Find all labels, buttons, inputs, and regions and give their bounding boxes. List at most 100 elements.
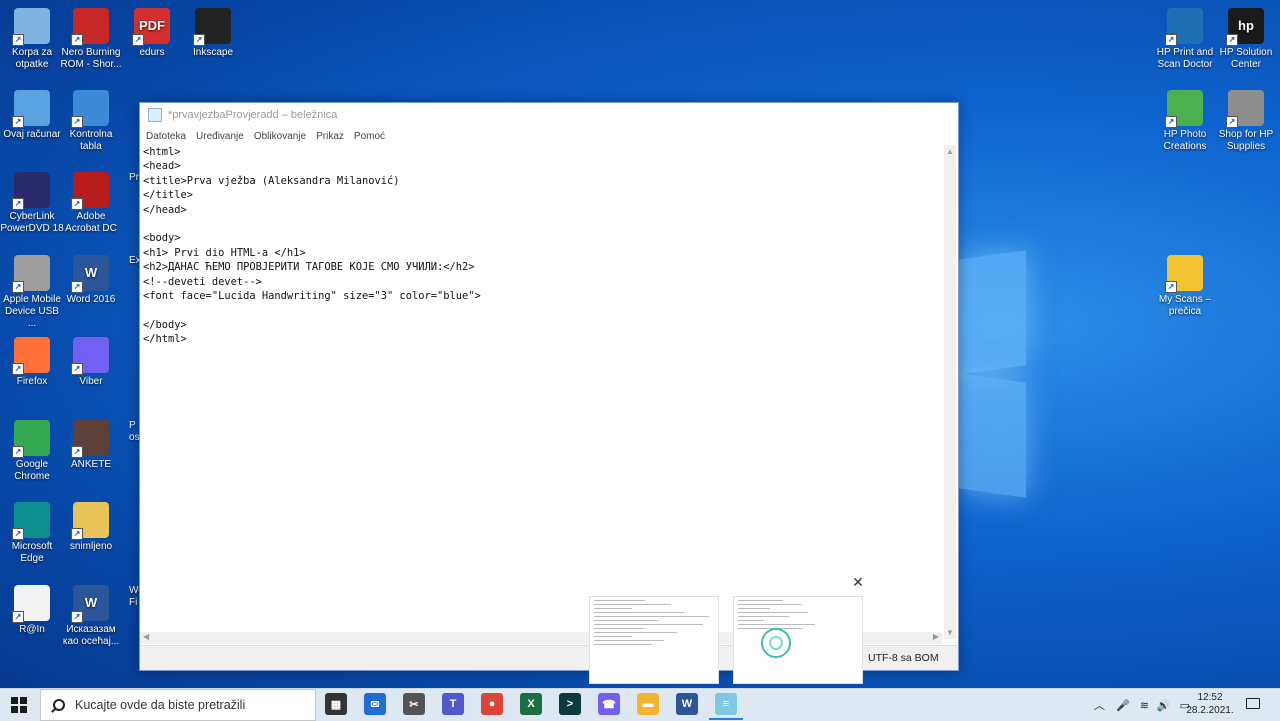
editor-line: <h2>ДАНАС ЋЕМО ПРОВЈЕРИТИ ТАГОВЕ КОЈЕ СМ… [143, 261, 475, 274]
menu-view[interactable]: Prikaz [316, 131, 344, 142]
chrome-icon[interactable]: ● [481, 693, 503, 715]
search-placeholder: Kucajte ovde da biste pretražili [75, 698, 246, 712]
start-button[interactable] [0, 689, 38, 721]
file-explorer-icon[interactable]: ▬ [637, 693, 659, 715]
editor-line: <html> [143, 146, 181, 158]
shortcut-arrow-icon: ↗ [1226, 34, 1238, 46]
desktop-icon-right-3[interactable]: ↗ Shop for HP Supplies [1214, 90, 1278, 153]
window-thumbnail-2[interactable] [733, 596, 863, 684]
acrobat-icon: ↗ [71, 172, 109, 210]
desktop-icon-partial-3[interactable]: osn [129, 432, 139, 444]
notifications-icon[interactable] [1246, 698, 1260, 709]
desktop-icon-left-11[interactable]: ↗ Viber [59, 337, 123, 388]
snip-icon[interactable]: ✂ [403, 693, 425, 715]
loading-spinner-icon [761, 628, 791, 658]
desktop-icon-label: Viber [79, 376, 103, 387]
vertical-scrollbar[interactable]: ▲ ▼ [944, 145, 956, 639]
desktop-icon-partial-0[interactable]: Ex [129, 255, 139, 267]
desktop-icon-left-13[interactable]: ↗ ANKETE [59, 420, 123, 471]
store-icon[interactable]: ▦ [325, 693, 347, 715]
system-tray: ︿ 🎤 ≋ 🔊 ▭ [1094, 689, 1190, 721]
desktop-icon-right-1[interactable]: hp ↗ HP Solution Center [1214, 8, 1278, 71]
shortcut-arrow-icon: ↗ [71, 528, 83, 540]
scroll-left-icon[interactable]: ◀ [143, 632, 149, 641]
desktop-icon-left-10[interactable]: ↗ Firefox [0, 337, 64, 388]
desktop-icon-partial-5[interactable]: Fi [129, 597, 139, 609]
shortcut-arrow-icon: ↗ [12, 116, 24, 128]
text-editor-area[interactable]: <html> <head> <title>Prva vježba (Aleksand… [143, 145, 943, 639]
desktop-icon-left-16[interactable]: ↗ R@In [0, 585, 64, 636]
window-thumbnail-1[interactable] [589, 596, 719, 684]
desktop-icon-left-8[interactable]: ↗ Apple Mobile Device USB ... [0, 255, 64, 330]
menu-edit[interactable]: Uređivanje [196, 131, 244, 142]
desktop-icon-partial-1[interactable]: Pro [129, 172, 139, 184]
terminal-icon[interactable]: > [559, 693, 581, 715]
desktop-icon-left-2[interactable]: PDF ↗ edurs [120, 8, 184, 59]
inkscape-icon: ↗ [193, 8, 231, 46]
scroll-down-icon[interactable]: ▼ [946, 628, 954, 637]
excel-partial-icon: Ex [129, 255, 139, 266]
menu-format[interactable]: Oblikovanje [254, 131, 306, 142]
notepad-icon[interactable]: ≡ [709, 693, 743, 720]
word-partial-icon-2: Wo [129, 585, 139, 596]
scroll-right-icon[interactable]: ▶ [933, 632, 939, 641]
notepad-titlebar[interactable]: *prvavjezbaProvjeradd – beležnica [140, 103, 958, 127]
desktop-icon-left-12[interactable]: ↗ Google Chrome [0, 420, 64, 483]
volume-icon[interactable]: 🔊 [1157, 699, 1171, 712]
word-doc-icon: W ↗ [71, 585, 109, 623]
desktop-icon-right-0[interactable]: ↗ HP Print and Scan Doctor [1153, 8, 1217, 71]
desktop-icon-label: CyberLink PowerDVD 18 [0, 211, 64, 234]
desktop-icon-right-4[interactable]: ↗ My Scans – prečica [1153, 255, 1217, 318]
shortcut-arrow-icon: ↗ [12, 363, 24, 375]
desktop-icon-right-2[interactable]: ↗ HP Photo Creations [1153, 90, 1217, 153]
desktop-icon-label: Firefox [16, 376, 48, 387]
preview-close-icon[interactable]: ✕ [851, 575, 865, 589]
taskbar-search-box[interactable]: Kucajte ovde da biste pretražili [40, 689, 316, 721]
menu-help[interactable]: Pomoć [354, 131, 385, 142]
show-hidden-icons-icon[interactable]: ︿ [1094, 697, 1105, 713]
desktop-icon-left-6[interactable]: ↗ CyberLink PowerDVD 18 [0, 172, 64, 235]
desktop-icon-label: Apple Mobile Device USB ... [3, 294, 61, 329]
shortcut-arrow-icon: ↗ [71, 198, 83, 210]
desktop-icon-label: HP Photo Creations [1163, 129, 1207, 152]
editor-line: <body> [143, 232, 181, 245]
desktop-icon-left-14[interactable]: ↗ Microsoft Edge [0, 502, 64, 565]
desktop-icon-label: Word 2016 [66, 294, 116, 305]
desktop-icon-left-7[interactable]: ↗ Adobe Acrobat DC [59, 172, 123, 235]
network-icon[interactable]: ≋ [1140, 699, 1149, 712]
word-icon[interactable]: W [676, 693, 698, 715]
desktop-icon-left-15[interactable]: ↗ snimljeno [59, 502, 123, 553]
menu-file[interactable]: Datoteka [146, 131, 186, 142]
desktop-icon-left-4[interactable]: ↗ Ovaj računar [0, 90, 64, 141]
desktop-icon-left-5[interactable]: ↗ Kontrolna tabla [59, 90, 123, 153]
shortcut-arrow-icon: ↗ [1226, 116, 1238, 128]
teams-icon[interactable]: T [442, 693, 464, 715]
desktop-icon-left-3[interactable]: ↗ Inkscape [181, 8, 245, 59]
computer-icon: ↗ [12, 90, 50, 128]
desktop-icon-partial-4[interactable]: Wo [129, 585, 139, 597]
desktop-icon-label: Ovaj računar [3, 129, 61, 140]
clock[interactable]: 12:52 28.2.2021. [1180, 691, 1240, 717]
microphone-icon[interactable]: 🎤 [1116, 699, 1130, 712]
viber-icon[interactable]: ☎ [598, 693, 620, 715]
hp-scan-doctor-icon: ↗ [1165, 8, 1203, 46]
desktop-icon-left-1[interactable]: ↗ Nero Burning ROM - Shor... [59, 8, 123, 71]
desktop-icon-left-9[interactable]: W ↗ Word 2016 [59, 255, 123, 306]
desktop-icon-label: Nero Burning ROM - Shor... [60, 47, 122, 70]
folder-icon: ↗ [1165, 255, 1203, 293]
scroll-up-icon[interactable]: ▲ [946, 147, 954, 156]
file-partial-icon: Fi [129, 597, 138, 608]
word-partial-icon: P [129, 420, 136, 431]
desktop-icon-left-17[interactable]: W ↗ Исказазам као осећај... [59, 585, 123, 648]
shortcut-arrow-icon: ↗ [12, 611, 24, 623]
mail-icon[interactable]: ✉ [364, 693, 386, 715]
desktop-icon-partial-2[interactable]: P [129, 420, 139, 432]
editor-line: <font face="Lucida Handwriting" size="3"… [143, 290, 481, 303]
desktop-icon-label: Inkscape [192, 47, 234, 58]
notepad-window[interactable]: *prvavjezbaProvjeradd – beležnica Datote… [139, 102, 959, 671]
desktop-icon-left-0[interactable]: ↗ Korpa za otpatke [0, 8, 64, 71]
edge-icon: ↗ [12, 502, 50, 540]
excel-icon[interactable]: X [520, 693, 542, 715]
